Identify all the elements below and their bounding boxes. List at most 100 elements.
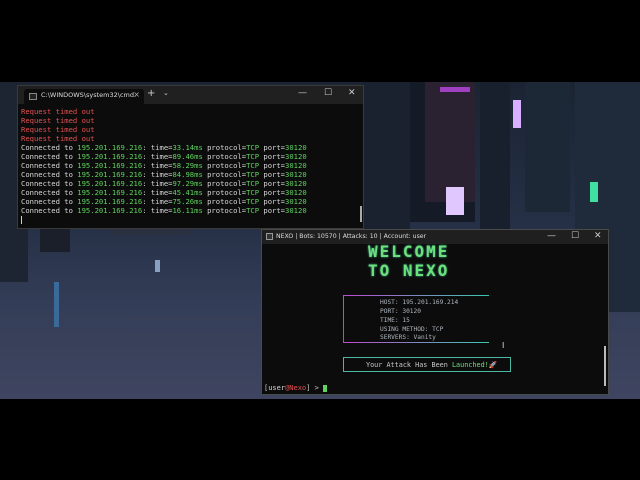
tab-dropdown-button[interactable]: ⌄ — [163, 89, 169, 97]
connection-time: 45.41ms — [172, 188, 203, 197]
connection-separator: : time= — [142, 170, 173, 179]
info-port: PORT: 30120 — [380, 308, 421, 315]
connection-separator: protocol= — [202, 152, 247, 161]
nexo-window-title: NEXO | Bots: 10570 | Attacks: 10 | Accou… — [276, 233, 427, 240]
connection-protocol: TCP — [246, 161, 260, 170]
close-button[interactable]: ✕ — [348, 88, 356, 98]
info-box-border — [343, 295, 489, 296]
connection-port: 30120 — [285, 179, 307, 188]
connection-prefix: Connected to — [21, 179, 78, 188]
connection-line: Connected to 195.201.169.216: time=33.14… — [21, 143, 359, 152]
connection-separator: : time= — [142, 161, 173, 170]
connection-line: Connected to 195.201.169.216: time=45.41… — [21, 188, 359, 197]
info-method: USING METHOD: TCP — [380, 326, 444, 333]
connection-time: 75.26ms — [172, 197, 203, 206]
launched-message-box: Your Attack Has Been Launched!🚀 — [343, 357, 511, 372]
rocket-icon: 🚀 — [488, 361, 498, 369]
launched-text: Your Attack Has Been — [366, 361, 452, 369]
connection-ip: 195.201.169.216 — [77, 197, 143, 206]
connection-time: 84.98ms — [172, 170, 203, 179]
connection-line: Connected to 195.201.169.216: time=97.29… — [21, 179, 359, 188]
connection-protocol: TCP — [246, 179, 260, 188]
new-tab-button[interactable]: + — [147, 88, 155, 99]
connection-separator: protocol= — [202, 170, 247, 179]
connection-time: 89.46ms — [172, 152, 203, 161]
connection-protocol: TCP — [246, 206, 260, 215]
timeout-line: Request timed out — [21, 134, 95, 143]
cmd-tab[interactable]: C:\WINDOWS\system32\cmd. × — [24, 89, 144, 104]
info-box-border — [343, 295, 344, 343]
connection-separator: port= — [259, 179, 286, 188]
connection-time: 97.29ms — [172, 179, 203, 188]
connection-port: 30120 — [285, 161, 307, 170]
welcome-banner-line2: TO NEXO — [368, 261, 450, 280]
connection-separator: port= — [259, 170, 286, 179]
connection-protocol: TCP — [246, 152, 260, 161]
connection-separator: protocol= — [202, 143, 247, 152]
welcome-banner-line1: WELCOME — [368, 242, 450, 261]
connection-protocol: TCP — [246, 170, 260, 179]
cmd-window[interactable]: C:\WINDOWS\system32\cmd. × + ⌄ — ☐ ✕ Req… — [17, 85, 364, 229]
connection-port: 30120 — [285, 143, 307, 152]
connection-separator: port= — [259, 197, 286, 206]
connection-ip: 195.201.169.216 — [77, 179, 143, 188]
connection-prefix: Connected to — [21, 197, 78, 206]
connection-separator: : time= — [142, 197, 173, 206]
connection-separator: : time= — [142, 179, 173, 188]
connection-separator: port= — [259, 206, 286, 215]
connection-ip: 195.201.169.216 — [77, 170, 143, 179]
connection-ip: 195.201.169.216 — [77, 206, 143, 215]
connection-separator: port= — [259, 161, 286, 170]
connection-separator: protocol= — [202, 188, 247, 197]
maximize-button[interactable]: ☐ — [324, 88, 332, 98]
connection-port: 30120 — [285, 188, 307, 197]
connection-separator: port= — [259, 188, 286, 197]
connection-ip: 195.201.169.216 — [77, 161, 143, 170]
tab-close-icon[interactable]: × — [133, 90, 140, 99]
connection-protocol: TCP — [246, 143, 260, 152]
connection-prefix: Connected to — [21, 170, 78, 179]
connection-prefix: Connected to — [21, 188, 78, 197]
connection-separator: : time= — [142, 188, 173, 197]
cmd-scrollbar[interactable] — [360, 206, 362, 222]
connection-separator: port= — [259, 152, 286, 161]
app-icon — [266, 233, 273, 240]
text-cursor — [21, 216, 22, 224]
connection-time: 16.11ms — [172, 206, 203, 215]
connection-ip: 195.201.169.216 — [77, 188, 143, 197]
minimize-button[interactable]: — — [298, 88, 307, 98]
connection-separator: protocol= — [202, 197, 247, 206]
connection-separator: protocol= — [202, 179, 247, 188]
connection-separator: : time= — [142, 143, 173, 152]
connection-ip: 195.201.169.216 — [77, 152, 143, 161]
connection-line: Connected to 195.201.169.216: time=84.98… — [21, 170, 359, 179]
terminal-icon — [29, 93, 37, 100]
cmd-tab-bar: C:\WINDOWS\system32\cmd. × + ⌄ — ☐ ✕ — [18, 86, 363, 104]
connection-line: Connected to 195.201.169.216: time=58.29… — [21, 161, 359, 170]
info-host: HOST: 195.201.169.214 — [380, 299, 459, 306]
connection-port: 30120 — [285, 170, 307, 179]
nexo-scrollbar[interactable] — [604, 346, 606, 386]
connection-ip: 195.201.169.216 — [77, 143, 143, 152]
connection-separator: protocol= — [202, 161, 247, 170]
connection-protocol: TCP — [246, 197, 260, 206]
timeout-line: Request timed out — [21, 116, 95, 125]
timeout-line: Request timed out — [21, 125, 95, 134]
info-time: TIME: 15 — [380, 317, 410, 324]
connection-prefix: Connected to — [21, 206, 78, 215]
mouse-ibeam-icon: I — [502, 341, 505, 350]
maximize-button[interactable]: ☐ — [571, 231, 579, 241]
nexo-window[interactable]: NEXO | Bots: 10570 | Attacks: 10 | Accou… — [261, 229, 609, 395]
connection-separator: : time= — [142, 206, 173, 215]
connection-prefix: Connected to — [21, 161, 78, 170]
close-button[interactable]: ✕ — [594, 231, 602, 241]
connection-prefix: Connected to — [21, 143, 78, 152]
launched-word: Launched! — [451, 361, 489, 369]
prompt-host: Nexo — [289, 384, 307, 392]
cmd-output: Request timed out Request timed out Requ… — [21, 107, 359, 215]
connection-separator: port= — [259, 143, 286, 152]
minimize-button[interactable]: — — [547, 231, 556, 241]
command-prompt[interactable]: [user@Nexo] > — [264, 384, 328, 392]
text-cursor — [323, 384, 328, 392]
timeout-line: Request timed out — [21, 107, 95, 116]
